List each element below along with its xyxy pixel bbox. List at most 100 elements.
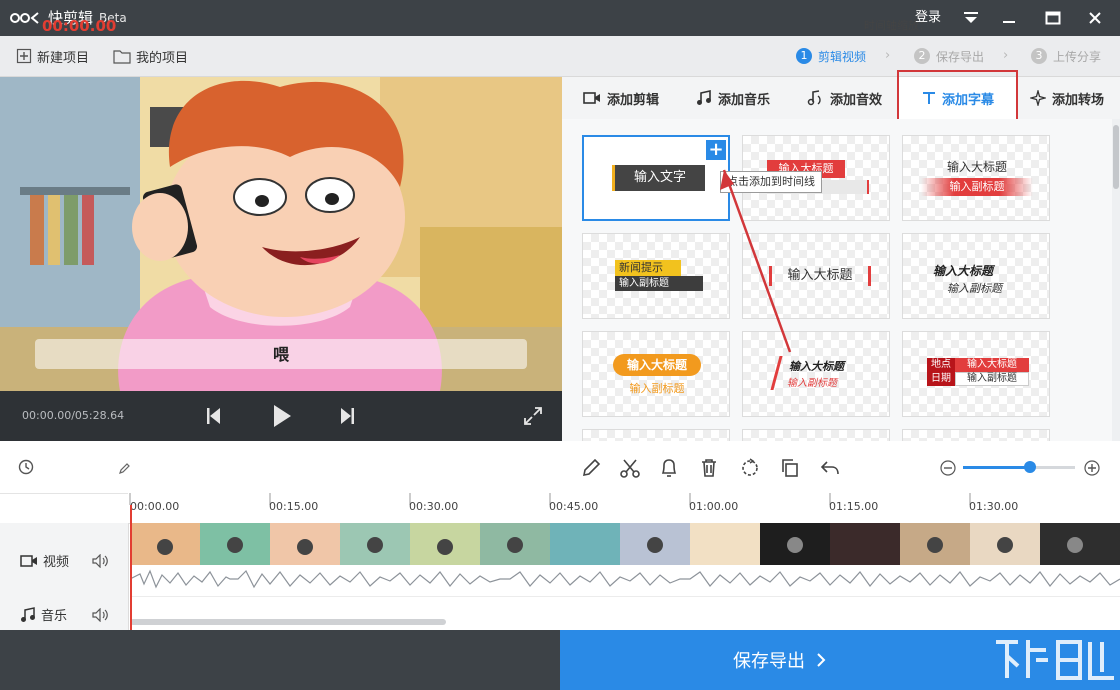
ruler-tick-label: 00:15.00 [269, 500, 319, 513]
tab-add-transition[interactable]: 添加转场 [1030, 77, 1104, 119]
scissors-icon[interactable] [619, 457, 641, 479]
ruler-tick-label: 00:00.00 [130, 500, 180, 513]
ruler-tick-label: 01:30.00 [969, 500, 1019, 513]
tab-add-clip[interactable]: 添加剪辑 [583, 77, 659, 119]
maximize-icon[interactable] [1040, 0, 1066, 36]
step-label: 保存导出 [936, 49, 985, 64]
close-icon[interactable] [1082, 0, 1108, 36]
trash-icon[interactable] [698, 457, 720, 479]
transition-sparkle-icon [1030, 90, 1046, 106]
zoom-slider-handle[interactable] [1024, 461, 1036, 473]
minimize-icon[interactable] [996, 0, 1022, 36]
timeline-horizontal-scrollbar[interactable] [130, 619, 446, 625]
video-track-header: 视频 [20, 551, 69, 570]
edit-pencil-icon[interactable] [118, 460, 130, 479]
template-text: 输入大标题 [946, 160, 1007, 174]
play-icon[interactable] [272, 404, 292, 432]
template-subtext: 输入副标题 [947, 282, 1002, 295]
sound-effect-icon [807, 90, 821, 106]
ruler-tick-label: 00:30.00 [409, 500, 459, 513]
video-camera-icon [20, 554, 37, 567]
watermark-logo-image [996, 640, 1114, 680]
step-number: 1 [796, 48, 812, 64]
music-note-icon [697, 90, 711, 105]
template-accent-bar [770, 356, 783, 390]
music-track-header: 音乐 [20, 605, 67, 624]
subtitle-template-12[interactable] [902, 429, 1050, 441]
step-upload-share[interactable]: 3 上传分享 [1031, 36, 1101, 76]
video-track-label: 视频 [43, 555, 70, 570]
app-logo-icon [10, 12, 39, 24]
zoom-slider-track[interactable] [963, 461, 1075, 473]
crop-rotate-icon[interactable] [739, 457, 761, 479]
subtitle-template-3[interactable]: 输入大标题 输入副标题 [902, 135, 1050, 221]
tab-label: 添加转场 [1052, 92, 1105, 108]
music-note-icon [21, 606, 35, 622]
pen-edit-icon[interactable] [580, 457, 602, 479]
template-text: 输入大标题 [933, 264, 994, 278]
subtitle-template-4[interactable]: 新闻提示 输入副标题 [582, 233, 730, 319]
music-track-speaker-icon[interactable] [92, 607, 108, 626]
subtitle-template-6[interactable]: 输入大标题 输入副标题 [902, 233, 1050, 319]
add-to-timeline-plus-icon[interactable]: + [706, 140, 726, 160]
video-subtitle-text: 喂 [272, 345, 289, 364]
template-key: 日期 [927, 372, 955, 386]
template-text: 输入大标题 [789, 360, 844, 373]
template-text: 新闻提示 [615, 260, 681, 276]
subtitle-template-1[interactable]: 输入文字 + [582, 135, 730, 221]
step-edit-video[interactable]: 1 剪辑视频 [796, 36, 866, 76]
video-camera-icon [583, 92, 600, 104]
zoom-out-icon[interactable] [940, 460, 956, 480]
menu-dropdown-icon[interactable] [958, 0, 984, 36]
tab-add-music[interactable]: 添加音乐 [696, 77, 770, 119]
video-preview[interactable]: 喂 [0, 77, 562, 391]
timeline-playhead[interactable] [130, 505, 132, 630]
video-track-speaker-icon[interactable] [92, 553, 108, 572]
tab-highlight-box [897, 70, 1018, 126]
zoom-slider-fill [963, 466, 1030, 469]
subtitle-template-7[interactable]: 输入大标题 输入副标题 [582, 331, 730, 417]
save-export-label: 保存导出 [733, 651, 805, 672]
ruler-tick-label: 01:15.00 [829, 500, 879, 513]
fullscreen-icon[interactable] [524, 407, 542, 429]
my-projects-label: 我的项目 [136, 50, 189, 66]
template-key: 地点 [927, 358, 955, 372]
subtitle-template-grid: 输入文字 + 输入大标题 输入大标题 输入副标题 新闻提示 输入副标题 输入大标… [562, 119, 1112, 441]
template-subtext: 输入副标题 [615, 276, 703, 291]
step-number: 3 [1031, 48, 1047, 64]
tab-add-sound-effect[interactable]: 添加音效 [806, 77, 882, 119]
tab-label: 添加音效 [830, 92, 883, 108]
copy-icon[interactable] [779, 457, 801, 479]
video-thumbnails [130, 523, 1120, 565]
ruler-tick-label: 00:45.00 [549, 500, 599, 513]
previous-frame-icon[interactable] [206, 407, 222, 429]
template-value: 输入副标题 [955, 372, 1029, 386]
chevron-right-icon [817, 653, 826, 667]
timeline-zoom-label: 时间轴缩放： [864, 19, 930, 32]
ruler-tick-label: 01:00.00 [689, 500, 739, 513]
bell-marker-icon[interactable] [658, 457, 680, 479]
playback-controls: 00:00.00/05:28.64 [0, 391, 562, 441]
audio-waveform [129, 565, 1120, 593]
undo-icon[interactable] [819, 457, 841, 479]
my-projects-button[interactable]: 我的项目 [113, 36, 188, 76]
music-track-area[interactable] [130, 596, 1120, 631]
template-subtext: 输入副标题 [629, 382, 685, 395]
new-project-icon [16, 48, 32, 64]
step-label: 剪辑视频 [818, 49, 867, 64]
scrollbar-thumb[interactable] [1113, 125, 1119, 189]
template-subtext: 输入副标题 [921, 178, 1033, 196]
next-frame-icon[interactable] [339, 407, 355, 429]
template-scrollbar[interactable] [1112, 119, 1120, 441]
step-label: 上传分享 [1053, 49, 1102, 64]
template-subtext: 输入副标题 [787, 378, 837, 389]
video-track-clips[interactable] [130, 523, 1120, 565]
music-track-label: 音乐 [41, 609, 68, 624]
timeline-ruler[interactable]: 00:00.00 00:15.00 00:30.00 00:45.00 01:0… [128, 493, 1120, 524]
preview-timecode: 00:00.00/05:28.64 [22, 409, 125, 422]
tab-label: 添加音乐 [718, 92, 771, 108]
subtitle-template-11[interactable] [742, 429, 890, 441]
subtitle-template-9[interactable]: 地点 输入大标题 日期 输入副标题 [902, 331, 1050, 417]
zoom-in-icon[interactable] [1084, 460, 1100, 480]
subtitle-template-10[interactable] [582, 429, 730, 441]
